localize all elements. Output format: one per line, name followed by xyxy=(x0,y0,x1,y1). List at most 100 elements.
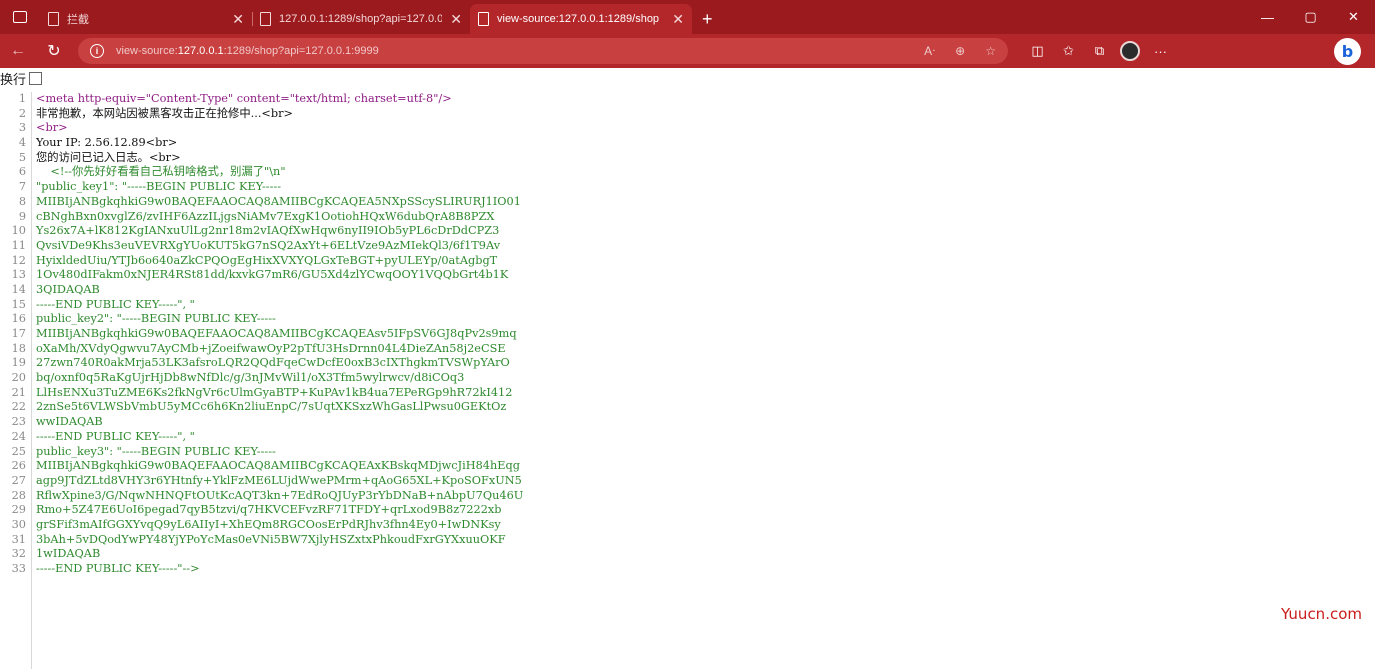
line-code: Your IP: 2.56.12.89<br> xyxy=(36,136,178,150)
source-line: 28 RflwXpine3/G/NqwNHNQFtOUtKcAQT3kn+7EdR… xyxy=(0,489,1375,504)
line-number: 11 xyxy=(11,238,26,252)
back-button[interactable]: ← xyxy=(0,34,36,68)
line-code: 1wIDAQAB xyxy=(36,547,101,561)
line-wrap-checkbox[interactable] xyxy=(29,71,43,85)
line-code: 2znSe5t6VLWSbVmbU5yMCc6h6Kn2liuEnpC/7sUq… xyxy=(36,400,507,414)
line-code: RflwXpine3/G/NqwNHNQFtOUtKcAQT3kn+7EdRoQ… xyxy=(36,488,524,502)
source-line: 19 27zwn740R0akMrja53LK3afsroLQR2QQdFqeCw… xyxy=(0,356,1375,371)
minimize-button[interactable]: — xyxy=(1246,0,1289,34)
line-number: 27 xyxy=(11,473,26,487)
line-code: grSFif3mAIfGGXYvqQ9yL6AIIyI+XhEQm8RGCOos… xyxy=(36,517,501,531)
line-code: 非常抱歉，本网站因被黑客攻击正在抢修中...<br> xyxy=(36,106,293,120)
close-icon[interactable]: ✕ xyxy=(672,11,684,28)
source-line: 3 <br> xyxy=(0,121,1375,136)
bing-icon[interactable]: b xyxy=(1334,38,1361,65)
zoom-icon[interactable]: ⊕ xyxy=(955,44,965,58)
source-line: 32 1wIDAQAB xyxy=(0,547,1375,562)
line-number: 9 xyxy=(18,209,26,223)
new-tab-button[interactable]: + xyxy=(692,4,723,34)
watermark: Yuucn.com xyxy=(1280,605,1362,623)
line-code: MIIBIjANBgkqhkiG9w0BAQEFAAOCAQ8AMIIBCgKC… xyxy=(36,194,521,208)
source-line: 11 QvsiVDe9Khs3euVEVRXgYUoKUT5kG7nSQ2AxYt… xyxy=(0,239,1375,254)
line-number: 14 xyxy=(11,282,26,296)
line-number: 13 xyxy=(11,268,26,282)
line-code: "public_key1": "-----BEGIN PUBLIC KEY---… xyxy=(36,180,282,194)
tab-1[interactable]: 拦截 ✕ xyxy=(40,4,252,34)
line-code: HyixldedUiu/YTJb6o640aZkCPQOgEgHixXVXYQL… xyxy=(36,253,498,267)
source-line: 5 您的访问已记入日志。<br> xyxy=(0,151,1375,166)
line-code: 27zwn740R0akMrja53LK3afsroLQR2QQdFqeCwDc… xyxy=(36,356,510,370)
tab-2[interactable]: 127.0.0.1:1289/shop?api=127.0.0 ✕ xyxy=(252,4,470,34)
source-line: 10 Ys26x7A+lK812KgIANxuUlLg2nr18m2vIAQfXw… xyxy=(0,224,1375,239)
line-number: 1 xyxy=(18,92,26,105)
line-number: 30 xyxy=(11,517,26,531)
line-number: 26 xyxy=(11,459,26,473)
line-number: 17 xyxy=(11,327,26,340)
line-code: wwIDAQAB xyxy=(36,415,103,429)
maximize-button[interactable]: ▢ xyxy=(1289,0,1332,34)
read-aloud-icon[interactable]: Aᐧ xyxy=(924,44,935,58)
refresh-icon: ↻ xyxy=(47,43,61,60)
line-code: public_key3": "-----BEGIN PUBLIC KEY----… xyxy=(36,444,276,458)
tab-title: 127.0.0.1:1289/shop?api=127.0.0 xyxy=(279,13,443,25)
source-line: 15 -----END PUBLIC KEY-----", " xyxy=(0,298,1375,313)
line-code: <meta http-equiv="Content-Type" content=… xyxy=(36,92,452,105)
favorites-icon[interactable]: ✩ xyxy=(1053,34,1084,68)
collections-icon[interactable]: ⧉ xyxy=(1084,34,1115,68)
line-code: 3QIDAQAB xyxy=(36,282,100,296)
line-number: 20 xyxy=(11,371,26,385)
source-line: 12 HyixldedUiu/YTJb6o640aZkCPQOgEgHixXVXY… xyxy=(0,254,1375,269)
page-icon xyxy=(48,12,59,26)
line-number: 8 xyxy=(18,194,26,208)
refresh-button[interactable]: ↻ xyxy=(36,34,72,68)
line-number: 22 xyxy=(11,400,26,414)
line-number: 32 xyxy=(11,547,26,561)
line-code: cBNghBxn0xvglZ6/zvIHF6AzzILjgsNiAMv7ExgK… xyxy=(36,209,495,223)
arrow-left-icon: ← xyxy=(10,42,26,59)
line-code: oXaMh/XVdyQgwvu7AyCMb+jZoeifwawOyP2pTfU3… xyxy=(36,341,506,355)
url-rest: :1289/shop?api=127.0.0.1:9999 xyxy=(223,45,379,57)
line-wrap-toggle[interactable]: 换行 xyxy=(0,68,1375,88)
favorite-star-icon[interactable]: ☆ xyxy=(985,44,996,58)
line-number: 5 xyxy=(18,150,26,164)
source-line: 18 oXaMh/XVdyQgwvu7AyCMb+jZoeifwawOyP2pTf… xyxy=(0,342,1375,357)
line-number: 31 xyxy=(11,532,26,546)
line-number: 7 xyxy=(18,180,26,194)
source-line: 21 LlHsENXu3TuZME6Ks2fkNgVr6cUlmGyaBTP+Ku… xyxy=(0,386,1375,401)
line-code: MIIBIjANBgkqhkiG9w0BAQEFAAOCAQ8AMIIBCgKC… xyxy=(36,327,517,340)
line-code: public_key2": "-----BEGIN PUBLIC KEY----… xyxy=(36,312,276,326)
line-number: 18 xyxy=(11,341,26,355)
source-line: 14 3QIDAQAB xyxy=(0,283,1375,298)
address-bar[interactable]: i view-source:127.0.0.1:1289/shop?api=12… xyxy=(78,38,1008,64)
close-icon[interactable]: ✕ xyxy=(450,11,462,28)
tab-actions-button[interactable] xyxy=(0,0,40,34)
line-number: 25 xyxy=(11,444,26,458)
source-line: 27 agp9JTdZLtd8VHY3r6YHtnfy+YklFzME6LUjdW… xyxy=(0,474,1375,489)
split-screen-icon[interactable]: ◫ xyxy=(1022,34,1053,68)
tab-actions-icon xyxy=(13,11,27,23)
line-code: -----END PUBLIC KEY-----"--> xyxy=(36,562,200,575)
source-line: 1 <meta http-equiv="Content-Type" content… xyxy=(0,92,1375,107)
source-line: 8 MIIBIjANBgkqhkiG9w0BAQEFAAOCAQ8AMIIBCgK… xyxy=(0,195,1375,210)
line-number: 16 xyxy=(11,312,26,326)
line-code: LlHsENXu3TuZME6Ks2fkNgVr6cUlmGyaBTP+KuPA… xyxy=(36,385,513,399)
line-number: 6 xyxy=(18,165,26,179)
more-icon[interactable]: ··· xyxy=(1145,34,1176,68)
source-line: 2 非常抱歉，本网站因被黑客攻击正在抢修中...<br> xyxy=(0,107,1375,122)
avatar[interactable] xyxy=(1120,41,1140,61)
tab-3-active[interactable]: view-source:127.0.0.1:1289/shop ✕ xyxy=(470,4,692,34)
line-number: 33 xyxy=(11,562,26,575)
line-number: 15 xyxy=(11,297,26,311)
close-window-button[interactable]: ✕ xyxy=(1332,0,1375,34)
line-code: QvsiVDe9Khs3euVEVRXgYUoKUT5kG7nSQ2AxYt+6… xyxy=(36,238,501,252)
line-number: 28 xyxy=(11,488,26,502)
page-icon xyxy=(260,12,271,26)
close-icon[interactable]: ✕ xyxy=(232,11,244,28)
info-icon[interactable]: i xyxy=(90,44,104,58)
source-line: 4 Your IP: 2.56.12.89<br> xyxy=(0,136,1375,151)
line-number: 23 xyxy=(11,415,26,429)
tab-title: view-source:127.0.0.1:1289/shop xyxy=(497,13,660,25)
line-number: 29 xyxy=(11,503,26,517)
line-number: 2 xyxy=(18,106,26,120)
address-bar-icons: Aᐧ ⊕ ☆ xyxy=(924,44,996,58)
